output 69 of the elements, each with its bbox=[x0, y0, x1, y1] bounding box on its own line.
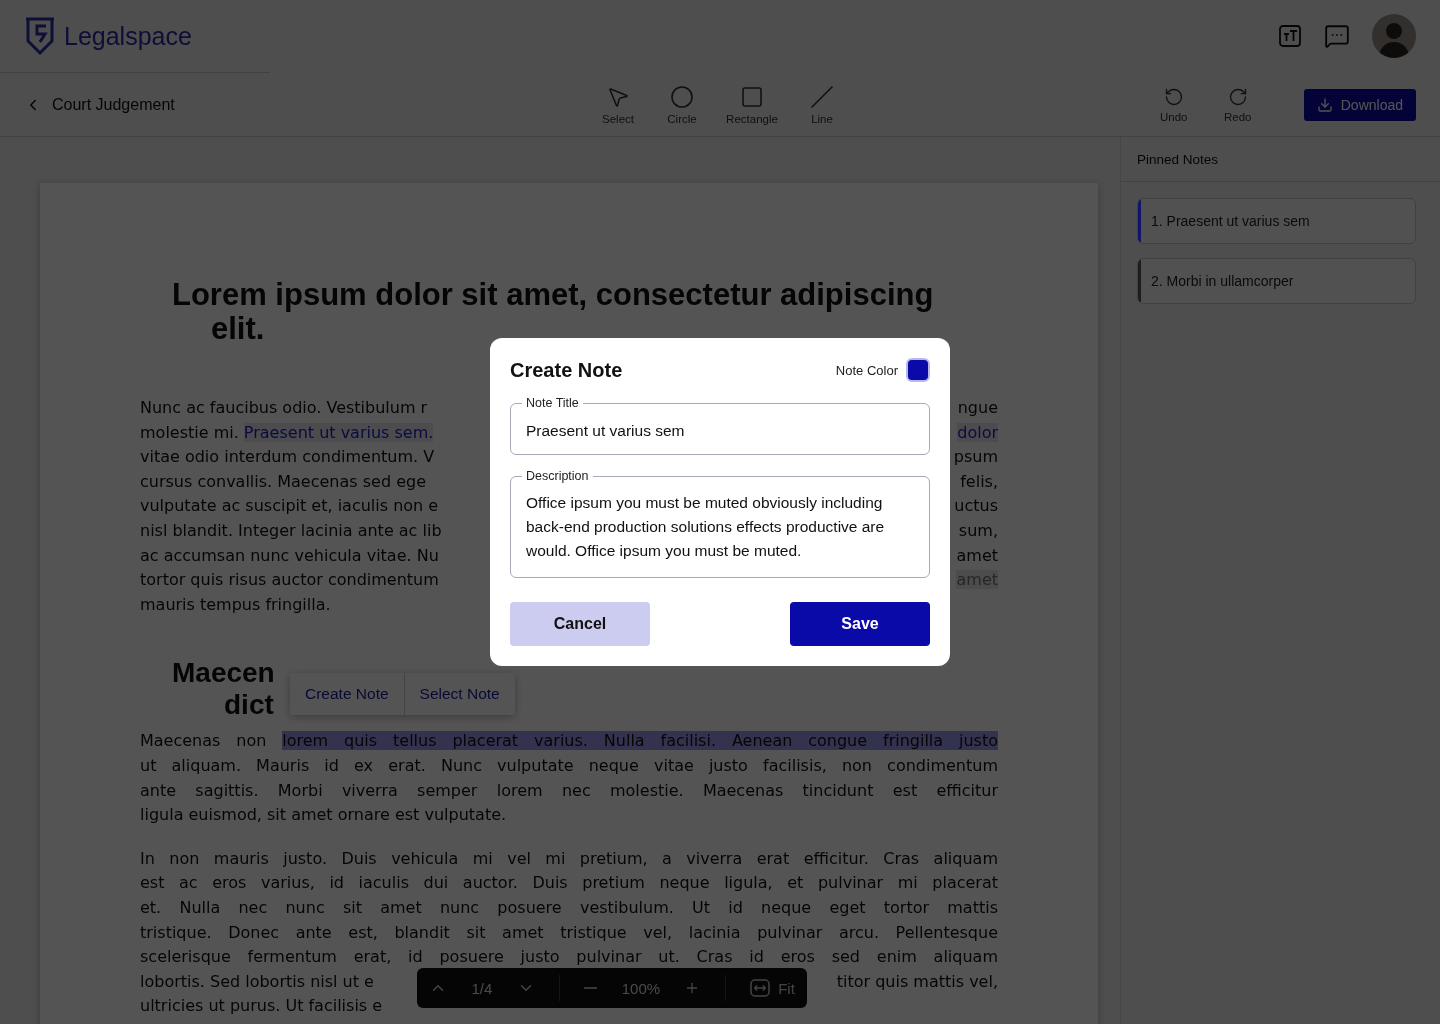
save-button[interactable]: Save bbox=[790, 602, 930, 646]
description-field[interactable]: Description Office ipsum you must be muted obviously including back-end production solutions effects productive are would. Office ipsum you must be muted. bbox=[510, 469, 930, 578]
menu-button[interactable]: Create Note bbox=[290, 673, 404, 715]
tool-button[interactable]: Circle bbox=[660, 84, 704, 125]
dialog-title: Create Note bbox=[510, 358, 623, 382]
text-fragment: ngue bbox=[957, 398, 998, 417]
highlighted-text: Praesent ut varius sem. bbox=[243, 422, 434, 442]
tool-button[interactable]: Select bbox=[596, 84, 640, 125]
text-fragment: Maecenas non bbox=[140, 731, 268, 751]
text-fragment: cursus convallis. Maecenas sed ege bbox=[140, 471, 426, 491]
text-fragment: titor quis mattis vel, bbox=[836, 971, 998, 991]
text-fragment: elit. bbox=[211, 312, 265, 346]
text-fragment: mauris tempus fringilla. bbox=[140, 594, 331, 614]
back-button[interactable]: Court Judgement bbox=[24, 95, 175, 114]
rectangle-icon bbox=[740, 84, 764, 109]
logo-icon bbox=[24, 16, 56, 56]
avatar[interactable] bbox=[1372, 14, 1416, 58]
pinned-note[interactable]: 2. Morbi in ullamcorper bbox=[1137, 258, 1416, 304]
text-fragment: dict bbox=[224, 689, 274, 722]
download-icon bbox=[1316, 96, 1333, 113]
redo-icon bbox=[1227, 86, 1248, 107]
highlighted-text: dolor bbox=[957, 422, 998, 442]
undo-button[interactable]: Undo bbox=[1151, 86, 1196, 123]
selected-text: lorem quis tellus placerat varius. Nulla facilisi. Aenean congue fringilla justo bbox=[282, 731, 998, 751]
text-fragment: ac accumsan nunc vehicula vitae. Nu bbox=[140, 545, 439, 565]
text-fragment: molestie mi. bbox=[140, 422, 240, 442]
menu-button[interactable]: Select Note bbox=[403, 673, 515, 715]
text-fragment: ultricies ut purus. Ut facilisis e bbox=[140, 996, 383, 1016]
undo-icon bbox=[1163, 86, 1184, 107]
text-fragment: sum, bbox=[958, 520, 998, 540]
brand-name: Legalspace bbox=[64, 21, 192, 51]
minus-icon bbox=[584, 987, 598, 989]
text-fragment: est ac eros varius, id iaculis dui auctor. Duis pretium neque ligula, et pulvinar mi placerat bbox=[140, 873, 998, 893]
panel-title: Pinned Notes bbox=[1121, 137, 1440, 182]
text-fragment: psum bbox=[953, 447, 998, 467]
text-fragment: ante sagittis. Morbi viverra semper lorem nec molestie. Maecenas tincidunt est efficitur bbox=[140, 780, 998, 800]
page-indicator: 1/4 bbox=[471, 979, 493, 997]
redo-button[interactable]: Redo bbox=[1215, 86, 1260, 123]
text-fragment: amet bbox=[956, 545, 998, 565]
color-swatch[interactable] bbox=[906, 358, 930, 382]
text-fragment: vulputate ac suscipit et, iaculis non e bbox=[140, 496, 439, 516]
fit-width-icon bbox=[750, 979, 771, 997]
text-fragment: ut aliquam. Mauris id ex erat. Nunc vulputate neque vitae justo facilisis, non condimentum bbox=[140, 755, 998, 775]
text-fragment: ligula euismod, sit amet ornare est vulputate. bbox=[140, 805, 507, 825]
text-fragment: lobortis. Sed lobortis nisl ut e bbox=[140, 971, 374, 991]
text-fragment: In non mauris justo. Duis vehicula mi vel mi pretium, a viverra erat efficitur. Cras aliquam bbox=[140, 848, 998, 868]
text-fragment: uctus bbox=[954, 496, 998, 516]
text-fragment: felis, bbox=[960, 471, 998, 491]
line-icon bbox=[810, 84, 834, 109]
pinned-note[interactable]: 1. Praesent ut varius sem bbox=[1137, 198, 1416, 244]
text-fragment: vitae odio interdum condimentum. V bbox=[140, 447, 435, 467]
text-fragment: nisl blandit. Integer lacinia ante ac lib bbox=[140, 520, 442, 540]
title-field[interactable]: Note Title Praesent ut varius sem bbox=[510, 396, 930, 455]
circle-icon bbox=[670, 84, 694, 109]
color-label: Note Color bbox=[835, 362, 898, 378]
text-fragment: Nunc ac faucibus odio. Vestibulum r bbox=[140, 398, 428, 417]
tool-button[interactable]: Rectangle bbox=[724, 84, 780, 125]
text-fragment: scelerisque fermentum erat, id posuere justo pulvinar ut. Cras id eros sed enim aliquam bbox=[140, 947, 998, 967]
chat-icon[interactable] bbox=[1324, 23, 1350, 49]
text-fragment: et. Nulla nec nunc sit amet nunc posuere vestibulum. Ut id neque eget tortor mattis bbox=[140, 897, 998, 917]
tool-button[interactable]: Line bbox=[800, 84, 844, 125]
text-size-icon[interactable] bbox=[1278, 24, 1302, 48]
text-fragment: Lorem ipsum dolor sit amet, consectetur adipiscing bbox=[172, 278, 934, 312]
cancel-button[interactable]: Cancel bbox=[510, 602, 650, 646]
download-button[interactable]: Download bbox=[1303, 88, 1416, 121]
text-fragment: Maecen bbox=[172, 657, 275, 690]
text-fragment: tortor quis risus auctor condimentum bbox=[140, 570, 439, 590]
zoom-level: 100% bbox=[621, 979, 661, 997]
text-fragment: tristique. Donec ante est, blandit sit amet tristique vel, lacinia pulvinar arcu. Pellentesque bbox=[140, 922, 998, 942]
